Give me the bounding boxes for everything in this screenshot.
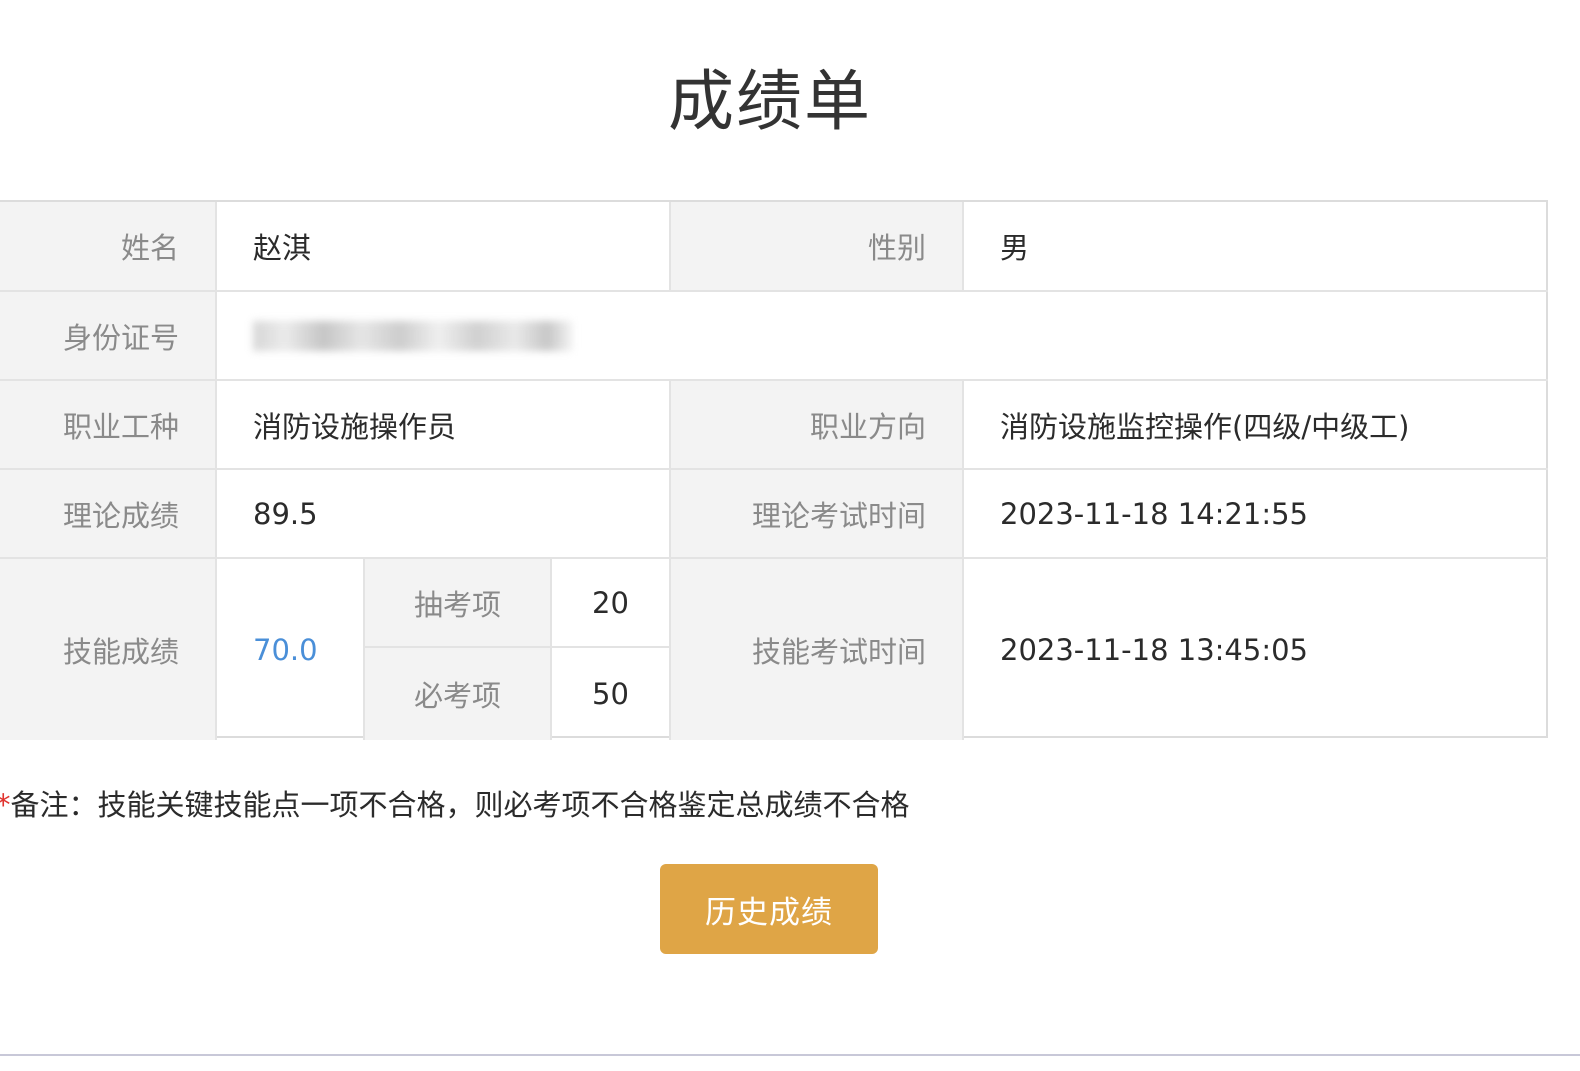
skill-time-label: 技能考试时间 — [671, 559, 964, 740]
id-number-redacted — [253, 320, 573, 351]
theory-time-label: 理论考试时间 — [671, 470, 964, 559]
remark-text: 备注：技能关键技能点一项不合格，则必考项不合格鉴定总成绩不合格 — [10, 788, 910, 822]
skill-time-value: 2023-11-18 13:45:05 — [1000, 632, 1308, 667]
occupation-label: 职业工种 — [0, 381, 217, 470]
theory-score-label: 理论成绩 — [0, 470, 217, 559]
page-title: 成绩单 — [668, 63, 872, 140]
occupation-value: 消防设施操作员 — [217, 381, 671, 470]
score-table: 姓名 赵淇 性别 男 身份证号 职业工种 消防设施操作员 职业方向 消防设施监控… — [0, 200, 1548, 740]
skill-score-value[interactable]: 70.0 — [217, 559, 365, 740]
name-value: 赵淇 — [217, 202, 671, 292]
id-number-label: 身份证号 — [0, 292, 217, 381]
gender-label: 性别 — [671, 202, 964, 292]
random-item-label: 抽考项 — [365, 559, 552, 648]
theory-score-value: 89.5 — [217, 470, 671, 559]
direction-value: 消防设施监控操作(四级/中级工) — [964, 381, 1548, 470]
name-label: 姓名 — [0, 202, 217, 292]
id-number-value — [217, 292, 1548, 381]
theory-time-value: 2023-11-18 14:21:55 — [964, 470, 1548, 559]
divider — [0, 1054, 1580, 1056]
remark-note: *备注：技能关键技能点一项不合格，则必考项不合格鉴定总成绩不合格 — [0, 782, 910, 824]
required-item-value: 50 — [552, 648, 671, 740]
gender-value: 男 — [964, 202, 1548, 292]
required-item-label: 必考项 — [365, 648, 552, 740]
skill-score-label: 技能成绩 — [0, 559, 217, 740]
direction-label: 职业方向 — [671, 381, 964, 470]
random-item-value: 20 — [552, 559, 671, 648]
required-star: * — [0, 788, 11, 822]
history-scores-button[interactable]: 历史成绩 — [660, 864, 878, 954]
score-report-page: 成绩单 姓名 赵淇 性别 男 身份证号 职业工种 消防设施操作员 职业方向 消防… — [0, 0, 1580, 1071]
